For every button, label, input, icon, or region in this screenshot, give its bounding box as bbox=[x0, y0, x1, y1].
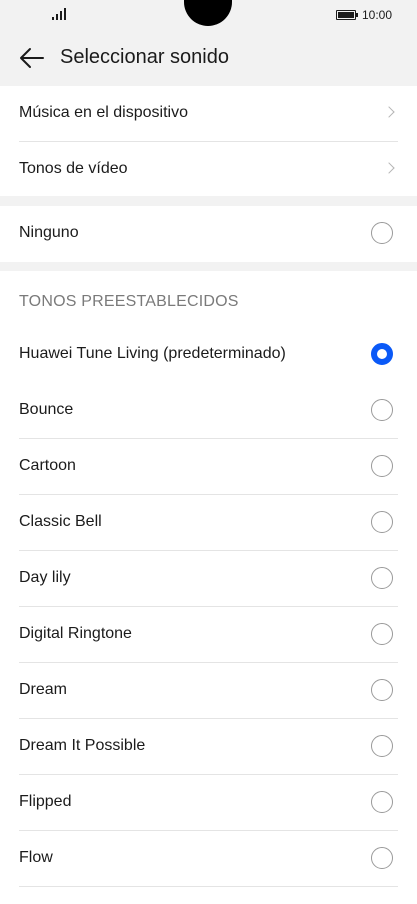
option-none[interactable]: Ninguno bbox=[0, 206, 417, 262]
none-card: Ninguno bbox=[0, 206, 417, 262]
preset-item[interactable]: Flipped bbox=[0, 775, 417, 831]
preset-item[interactable]: Digital Ringtone bbox=[0, 607, 417, 663]
preset-label: Dream bbox=[19, 681, 68, 698]
preset-label: Digital Ringtone bbox=[19, 625, 132, 642]
preset-item[interactable]: Dream It Possible bbox=[0, 719, 417, 775]
radio-button[interactable] bbox=[371, 679, 393, 701]
radio-button[interactable] bbox=[371, 735, 393, 757]
radio-button[interactable] bbox=[371, 847, 393, 869]
back-arrow-icon[interactable] bbox=[16, 43, 48, 73]
preset-label: Dream It Possible bbox=[19, 737, 146, 754]
radio-button[interactable] bbox=[371, 511, 393, 533]
preset-label: Cartoon bbox=[19, 457, 76, 474]
radio-button[interactable] bbox=[371, 455, 393, 477]
status-time: 10:00 bbox=[362, 8, 393, 22]
chevron-right-icon bbox=[383, 162, 395, 174]
preset-item[interactable]: Flow bbox=[0, 831, 417, 887]
header: Seleccionar sonido bbox=[0, 30, 417, 86]
radio-button[interactable] bbox=[371, 623, 393, 645]
preset-item[interactable]: Dream bbox=[0, 663, 417, 719]
source-card: Música en el dispositivo Tonos de vídeo bbox=[0, 86, 417, 196]
preset-label: Day lily bbox=[19, 569, 71, 586]
divider bbox=[19, 886, 398, 887]
preset-item[interactable]: Huawei Tune Living (predeterminado) bbox=[0, 327, 417, 383]
radio-button[interactable] bbox=[371, 399, 393, 421]
preset-item[interactable]: Classic Bell bbox=[0, 495, 417, 551]
preset-label: Flipped bbox=[19, 793, 72, 810]
chevron-right-icon bbox=[383, 106, 395, 118]
section-heading: TONOS PREESTABLECIDOS bbox=[19, 293, 239, 310]
page-title: Seleccionar sonido bbox=[60, 46, 229, 68]
radio-button[interactable] bbox=[371, 222, 393, 244]
radio-button[interactable] bbox=[371, 791, 393, 813]
preset-label: Flow bbox=[19, 849, 53, 866]
battery-icon bbox=[336, 10, 356, 20]
source-item-label: Música en el dispositivo bbox=[19, 104, 188, 121]
option-label: Ninguno bbox=[19, 224, 79, 241]
source-item-video-tones[interactable]: Tonos de vídeo bbox=[0, 142, 417, 196]
preset-item[interactable]: Day lily bbox=[0, 551, 417, 607]
source-item-label: Tonos de vídeo bbox=[19, 160, 128, 177]
presets-card: TONOS PREESTABLECIDOS Huawei Tune Living… bbox=[0, 271, 417, 904]
battery-nub bbox=[356, 13, 358, 17]
presets-heading-row: TONOS PREESTABLECIDOS bbox=[0, 271, 417, 327]
source-item-device-music[interactable]: Música en el dispositivo bbox=[0, 86, 417, 142]
preset-label: Classic Bell bbox=[19, 513, 102, 530]
signal-icon bbox=[52, 8, 70, 20]
preset-item[interactable]: Cartoon bbox=[0, 439, 417, 495]
status-bar: 10:00 bbox=[0, 0, 417, 30]
preset-item[interactable]: Bounce bbox=[0, 383, 417, 439]
preset-label: Huawei Tune Living (predeterminado) bbox=[19, 345, 286, 362]
camera-notch bbox=[184, 0, 232, 26]
preset-label: Bounce bbox=[19, 401, 74, 418]
radio-button[interactable] bbox=[371, 567, 393, 589]
radio-button-selected[interactable] bbox=[371, 343, 393, 365]
